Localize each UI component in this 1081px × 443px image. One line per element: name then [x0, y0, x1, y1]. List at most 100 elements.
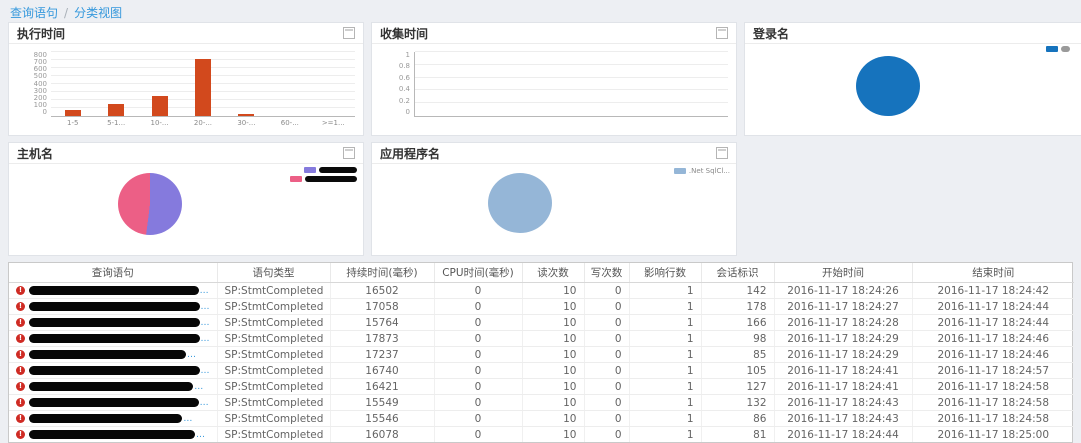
table-row[interactable]: !…SP:StmtCompleted16502010011422016-11-1…: [9, 283, 1074, 299]
query-link[interactable]: …: [29, 318, 210, 328]
column-header-start[interactable]: 开始时间: [774, 263, 912, 283]
legend-item[interactable]: .Net SqlCl...: [674, 167, 730, 175]
expand-icon[interactable]: [343, 27, 355, 39]
cell-type: SP:StmtCompleted: [217, 395, 330, 411]
cell-query: !…: [9, 315, 217, 331]
query-link[interactable]: …: [29, 366, 210, 376]
cell-start: 2016-11-17 18:24:43: [774, 395, 912, 411]
panel-header: 收集时间: [372, 23, 736, 44]
breadcrumb: 查询语句/分类视图: [10, 4, 122, 21]
column-header-query[interactable]: 查询语句: [9, 263, 217, 283]
query-link[interactable]: …: [29, 382, 210, 392]
y-axis-label: 0: [406, 109, 410, 116]
query-link[interactable]: …: [29, 350, 210, 360]
cell-start: 2016-11-17 18:24:41: [774, 363, 912, 379]
table-row[interactable]: !…SP:StmtCompleted15764010011662016-11-1…: [9, 315, 1074, 331]
column-header-rows_affected[interactable]: 影响行数: [629, 263, 701, 283]
cell-reads: 10: [522, 347, 584, 363]
query-link[interactable]: …: [29, 430, 210, 440]
panel-title: 执行时间: [17, 25, 65, 42]
panel-title: 收集时间: [380, 25, 428, 42]
cell-cpu: 0: [434, 283, 522, 299]
bar-slot: [51, 52, 94, 116]
expand-icon[interactable]: [716, 27, 728, 39]
column-header-reads[interactable]: 读次数: [522, 263, 584, 283]
bar[interactable]: [152, 96, 168, 116]
cell-session: 178: [701, 299, 774, 315]
column-header-end[interactable]: 结束时间: [912, 263, 1074, 283]
x-axis-label: 30-...: [225, 119, 268, 127]
cell-writes: 0: [584, 299, 629, 315]
warning-icon: !: [16, 414, 25, 423]
column-header-writes[interactable]: 写次数: [584, 263, 629, 283]
bar-series: [51, 52, 355, 116]
legend-swatch: [290, 176, 302, 182]
column-header-type[interactable]: 语句类型: [217, 263, 330, 283]
expand-icon[interactable]: [716, 147, 728, 159]
legend-item[interactable]: [1046, 46, 1070, 52]
query-link[interactable]: …: [29, 334, 210, 344]
legend-item[interactable]: [290, 176, 357, 182]
app-name-pie[interactable]: [488, 173, 552, 233]
exec-time-x-axis: 1-55-1...10-...20-...30-...60-...>=1...: [51, 117, 355, 129]
query-link[interactable]: …: [29, 302, 210, 312]
cell-start: 2016-11-17 18:24:29: [774, 347, 912, 363]
gridline: [415, 102, 728, 103]
column-header-duration[interactable]: 持续时间(毫秒): [330, 263, 434, 283]
query-cell: !…: [16, 382, 210, 392]
exec-time-chart: 8007006005004003002001000 1-55-1...10-..…: [9, 44, 363, 129]
bar[interactable]: [108, 104, 124, 116]
column-header-session[interactable]: 会话标识: [701, 263, 774, 283]
bar[interactable]: [65, 110, 81, 116]
expand-icon[interactable]: [343, 147, 355, 159]
warning-icon: !: [16, 286, 25, 295]
cell-query: !…: [9, 395, 217, 411]
table-row[interactable]: !…SP:StmtCompleted16421010011272016-11-1…: [9, 379, 1074, 395]
cell-session: 127: [701, 379, 774, 395]
cell-query: !…: [9, 299, 217, 315]
table-row[interactable]: !…SP:StmtCompleted1723701001852016-11-17…: [9, 347, 1074, 363]
query-ellipsis: …: [196, 430, 205, 440]
cell-end: 2016-11-17 18:24:58: [912, 379, 1074, 395]
legend-item[interactable]: [304, 167, 357, 173]
host-name-pie[interactable]: [118, 173, 182, 235]
cell-writes: 0: [584, 315, 629, 331]
table-header-row: 查询语句语句类型持续时间(毫秒)CPU时间(毫秒)读次数写次数影响行数会话标识开…: [9, 263, 1074, 283]
cell-duration: 15546: [330, 411, 434, 427]
cell-duration: 15764: [330, 315, 434, 331]
warning-icon: !: [16, 334, 25, 343]
x-axis-label: 5-1...: [94, 119, 137, 127]
table-row[interactable]: !…SP:StmtCompleted1787301001982016-11-17…: [9, 331, 1074, 347]
table-row[interactable]: !…SP:StmtCompleted15549010011322016-11-1…: [9, 395, 1074, 411]
table-row[interactable]: !…SP:StmtCompleted1554601001862016-11-17…: [9, 411, 1074, 427]
warning-icon: !: [16, 398, 25, 407]
query-cell: !…: [16, 366, 210, 376]
cell-reads: 10: [522, 315, 584, 331]
collect-time-chart: 10.80.60.40.20: [372, 44, 736, 117]
query-redaction-bar: [29, 430, 195, 439]
cell-reads: 10: [522, 411, 584, 427]
table-row[interactable]: !…SP:StmtCompleted16740010011052016-11-1…: [9, 363, 1074, 379]
bar[interactable]: [238, 114, 254, 116]
cell-rows_affected: 1: [629, 363, 701, 379]
bar[interactable]: [195, 59, 211, 116]
cell-duration: 16502: [330, 283, 434, 299]
panel-title: 主机名: [17, 145, 53, 162]
query-link[interactable]: …: [29, 398, 210, 408]
collect-time-y-axis: 10.80.60.40.20: [382, 52, 414, 116]
query-link[interactable]: …: [29, 414, 210, 424]
column-header-cpu[interactable]: CPU时间(毫秒): [434, 263, 522, 283]
y-axis-label: 1: [406, 52, 410, 59]
breadcrumb-link-category-view[interactable]: 分类视图: [74, 6, 122, 20]
table-row[interactable]: !…SP:StmtCompleted17058010011782016-11-1…: [9, 299, 1074, 315]
cell-session: 132: [701, 395, 774, 411]
legend-swatch: [1046, 46, 1058, 52]
breadcrumb-link-query-statements[interactable]: 查询语句: [10, 6, 58, 20]
query-redaction-bar: [29, 334, 200, 343]
cell-end: 2016-11-17 18:24:46: [912, 347, 1074, 363]
query-link[interactable]: …: [29, 286, 210, 296]
cell-type: SP:StmtCompleted: [217, 299, 330, 315]
panel-body: [9, 164, 363, 255]
exec-time-y-axis: 8007006005004003002001000: [19, 52, 51, 116]
login-name-pie[interactable]: [856, 56, 920, 116]
